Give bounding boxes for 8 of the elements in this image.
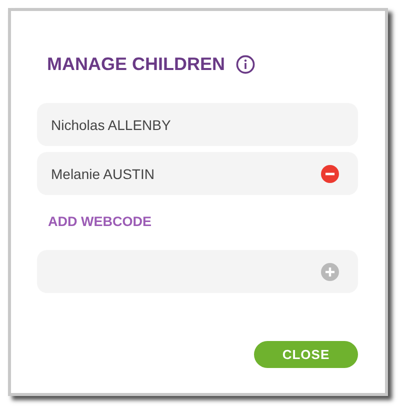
add-webcode-link[interactable]: ADD WEBCODE xyxy=(48,212,152,232)
dialog-title: MANAGE CHILDREN xyxy=(47,54,225,74)
child-name: Nicholas ALLENBY xyxy=(51,116,171,132)
webcode-field[interactable] xyxy=(37,250,358,293)
close-button[interactable]: CLOSE xyxy=(254,341,358,368)
info-icon[interactable] xyxy=(236,54,255,74)
child-name: Melanie AUSTIN xyxy=(51,166,154,182)
remove-icon[interactable] xyxy=(321,164,339,182)
